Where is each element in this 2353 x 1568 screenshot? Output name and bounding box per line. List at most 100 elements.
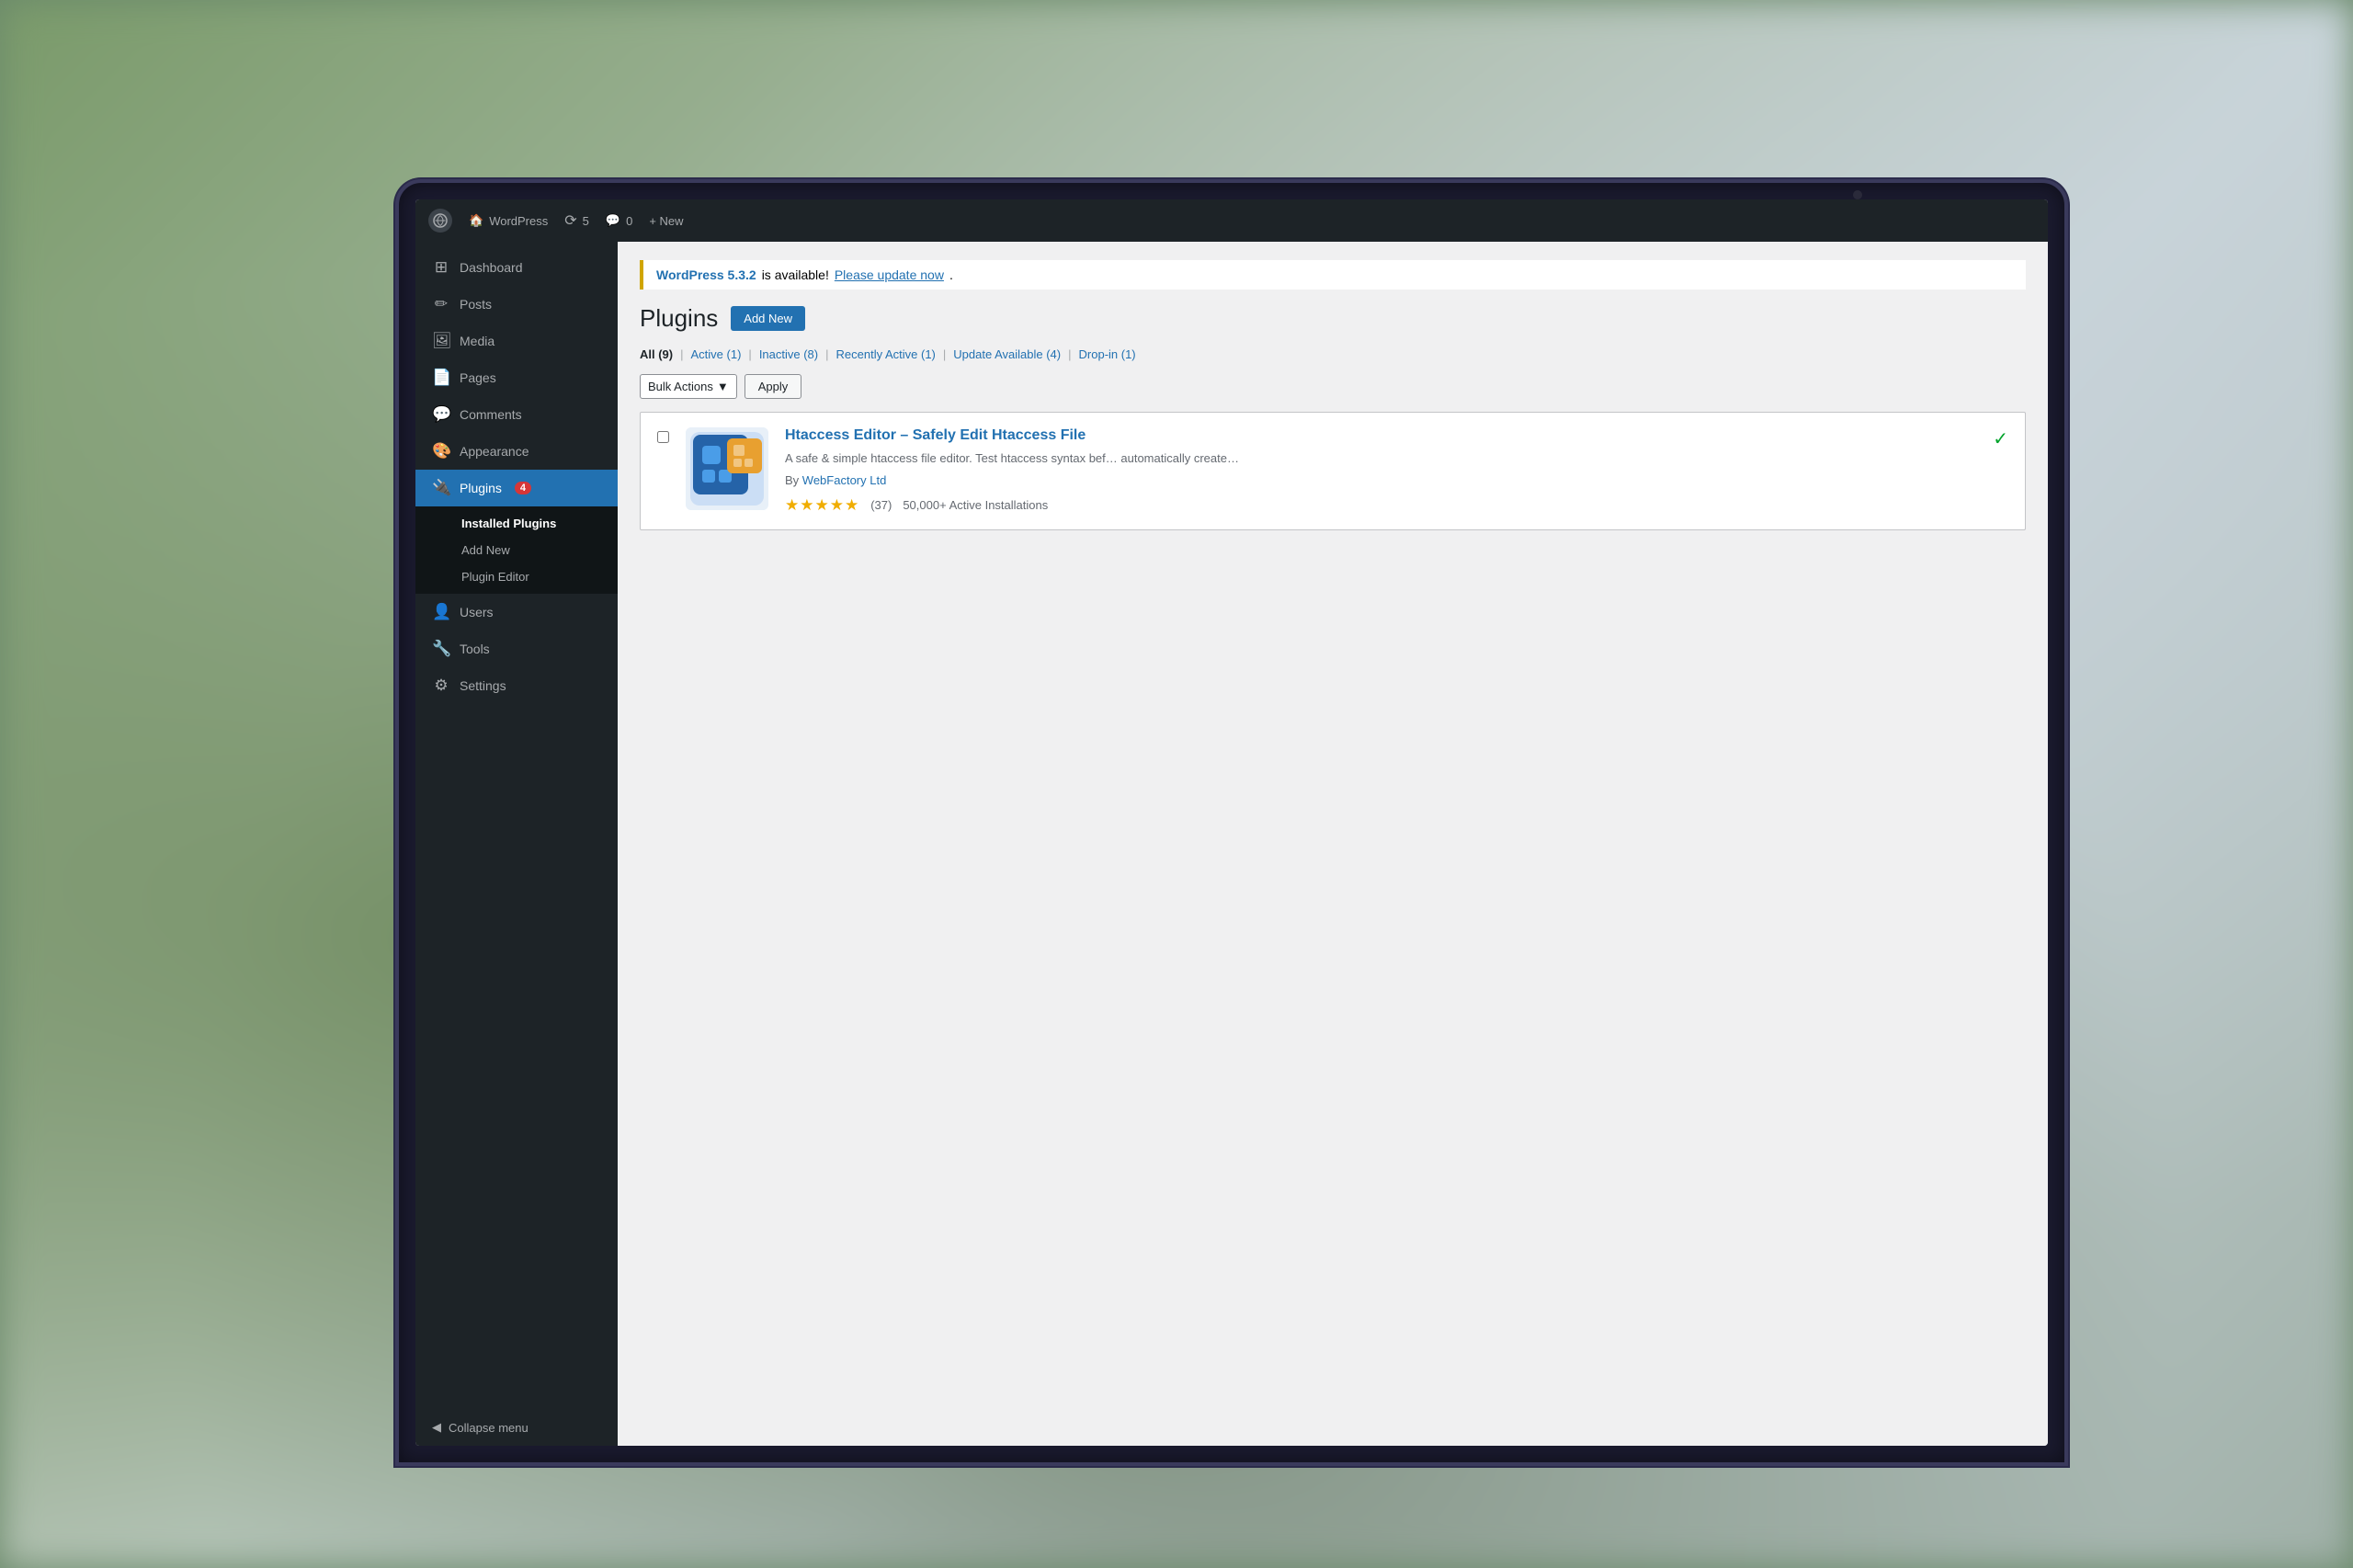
pages-icon: 📄: [432, 369, 450, 387]
sidebar-item-comments[interactable]: 💬 Comments: [415, 396, 618, 433]
wp-main: WordPress 5.3.2 is available! Please upd…: [618, 242, 2048, 1446]
filter-tab-inactive[interactable]: Inactive (8): [759, 346, 818, 363]
plugin-name-link[interactable]: Htaccess Editor – Safely Edit Htaccess F…: [785, 427, 1086, 443]
filter-tab-active[interactable]: Active (1): [691, 346, 742, 363]
plugin-rating-count: (37): [870, 498, 892, 512]
collapse-menu[interactable]: ◀ Collapse menu: [415, 1409, 618, 1446]
comments-icon: 💬: [606, 213, 620, 228]
sidebar-subitem-add-new[interactable]: Add New: [415, 537, 618, 563]
admin-bar-new[interactable]: + New: [649, 214, 683, 228]
plugins-badge: 4: [515, 482, 531, 494]
plugins-icon: 🔌: [432, 479, 450, 497]
filter-sep-2: |: [748, 347, 751, 361]
wp-sidebar: ⊞ Dashboard ✏ Posts 🖼 Media 📄 Pages: [415, 242, 618, 1446]
sidebar-item-users[interactable]: 👤 Users: [415, 594, 618, 631]
plugin-author-link[interactable]: WebFactory Ltd: [802, 473, 887, 487]
users-icon: 👤: [432, 603, 450, 621]
sidebar-item-label: Pages: [460, 370, 496, 385]
filter-sep-3: |: [825, 347, 828, 361]
plugin-author: By WebFactory Ltd: [785, 473, 1976, 487]
notice-link[interactable]: Please update now: [835, 267, 944, 282]
wp-logo-icon: [428, 209, 452, 233]
plugins-submenu: Installed Plugins Add New Plugin Editor: [415, 506, 618, 594]
dashboard-icon: ⊞: [432, 258, 450, 277]
appearance-icon: 🎨: [432, 442, 450, 460]
admin-bar-updates[interactable]: ⟳ 5: [564, 211, 589, 230]
filter-tabs: All (9) | Active (1) | Inactive (8) | Re…: [640, 346, 2026, 363]
sidebar-item-label: Dashboard: [460, 260, 523, 275]
filter-tab-all[interactable]: All (9): [640, 346, 673, 363]
sidebar-item-appearance[interactable]: 🎨 Appearance: [415, 433, 618, 470]
wp-content: WordPress 5.3.2 is available! Please upd…: [618, 242, 2048, 1446]
sidebar-item-label: Comments: [460, 407, 522, 422]
updates-count: 5: [583, 214, 589, 228]
plugin-installed-check: ✓: [1993, 427, 2008, 450]
filter-tab-recently-active[interactable]: Recently Active (1): [836, 346, 936, 363]
table-row: Htaccess Editor – Safely Edit Htaccess F…: [641, 413, 2025, 529]
comments-count: 0: [626, 214, 632, 228]
sidebar-item-plugins[interactable]: 🔌 Plugins 4: [415, 470, 618, 506]
sidebar-item-label: Posts: [460, 297, 492, 312]
bulk-actions-bar: Bulk Actions ▼ Apply: [640, 374, 2026, 399]
laptop-frame: 🏠 WordPress ⟳ 5 💬 0 + New ⊞: [395, 179, 2068, 1466]
sidebar-item-label: Settings: [460, 678, 506, 693]
sidebar-item-settings[interactable]: ⚙ Settings: [415, 667, 618, 704]
settings-icon: ⚙: [432, 676, 450, 695]
plugin-icon: [686, 427, 768, 510]
sidebar-item-label: Media: [460, 334, 494, 348]
add-new-button[interactable]: Add New: [731, 306, 805, 331]
new-label: + New: [649, 214, 683, 228]
sidebar-item-media[interactable]: 🖼 Media: [415, 323, 618, 359]
plugin-info: Htaccess Editor – Safely Edit Htaccess F…: [785, 427, 1976, 515]
updates-icon: ⟳: [564, 211, 576, 230]
wp-layout: ⊞ Dashboard ✏ Posts 🖼 Media 📄 Pages: [415, 242, 2048, 1446]
plugin-checkbox[interactable]: [657, 431, 669, 443]
bulk-actions-select[interactable]: Bulk Actions ▼: [640, 374, 737, 399]
comments-icon: 💬: [432, 405, 450, 424]
wp-admin-bar: 🏠 WordPress ⟳ 5 💬 0 + New: [415, 199, 2048, 242]
notice-text-end: .: [949, 267, 953, 282]
sidebar-subitem-editor[interactable]: Plugin Editor: [415, 563, 618, 590]
admin-bar-comments[interactable]: 💬 0: [606, 213, 632, 228]
page-title: Plugins: [640, 304, 718, 333]
sidebar-item-label: Appearance: [460, 444, 529, 459]
wp-logo[interactable]: [428, 209, 452, 233]
sidebar-item-tools[interactable]: 🔧 Tools: [415, 631, 618, 667]
page-title-row: Plugins Add New: [640, 304, 2026, 333]
filter-sep-5: |: [1068, 347, 1071, 361]
filter-sep-1: |: [680, 347, 683, 361]
filter-sep-4: |: [943, 347, 946, 361]
sidebar-item-label: Plugins: [460, 481, 502, 495]
sidebar-item-dashboard[interactable]: ⊞ Dashboard: [415, 249, 618, 286]
camera-dot: [1853, 190, 1862, 199]
sidebar-menu: ⊞ Dashboard ✏ Posts 🖼 Media 📄 Pages: [415, 242, 618, 1409]
bulk-actions-label: Bulk Actions: [648, 380, 713, 393]
media-icon: 🖼: [432, 332, 450, 350]
posts-icon: ✏: [432, 295, 450, 313]
notice-text-mid: is available!: [762, 267, 829, 282]
collapse-icon: ◀: [432, 1420, 441, 1435]
tools-icon: 🔧: [432, 640, 450, 658]
filter-tab-update-available[interactable]: Update Available (4): [953, 346, 1061, 363]
notice-version[interactable]: WordPress 5.3.2: [656, 267, 756, 282]
plugin-description: A safe & simple htaccess file editor. Te…: [785, 449, 1976, 468]
plugin-installs: 50,000+ Active Installations: [903, 498, 1048, 512]
apply-button[interactable]: Apply: [745, 374, 802, 399]
plugin-stars: ★★★★★: [785, 496, 859, 515]
collapse-label: Collapse menu: [449, 1421, 529, 1435]
plugin-name: Htaccess Editor – Safely Edit Htaccess F…: [785, 427, 1976, 444]
update-notice: WordPress 5.3.2 is available! Please upd…: [640, 260, 2026, 290]
bulk-actions-arrow: ▼: [717, 380, 729, 393]
sidebar-item-pages[interactable]: 📄 Pages: [415, 359, 618, 396]
screen-bezel: 🏠 WordPress ⟳ 5 💬 0 + New ⊞: [415, 199, 2048, 1446]
filter-tab-drop-in[interactable]: Drop-in (1): [1079, 346, 1136, 363]
site-name: WordPress: [489, 214, 548, 228]
sidebar-item-label: Users: [460, 605, 494, 619]
admin-bar-site[interactable]: 🏠 WordPress: [469, 213, 548, 228]
sidebar-subitem-installed[interactable]: Installed Plugins: [415, 510, 618, 537]
plugin-meta: ★★★★★ (37) 50,000+ Active Installations: [785, 496, 1976, 515]
plugin-table: Htaccess Editor – Safely Edit Htaccess F…: [640, 412, 2026, 530]
sidebar-item-label: Tools: [460, 642, 490, 656]
home-icon: 🏠: [469, 213, 483, 228]
sidebar-item-posts[interactable]: ✏ Posts: [415, 286, 618, 323]
